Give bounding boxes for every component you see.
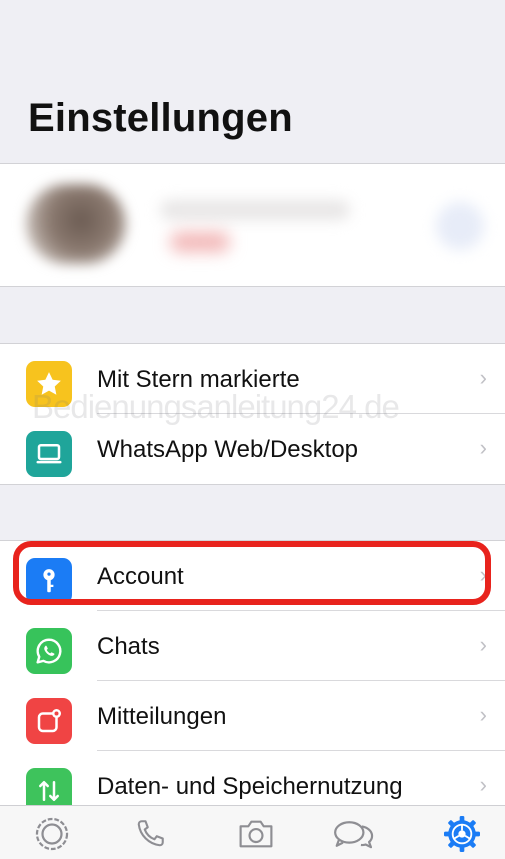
- settings-section-2: Account › Chats › Mitteilungen › Daten- …: [0, 540, 505, 814]
- key-icon: [26, 558, 72, 604]
- settings-item-label: Account: [97, 563, 184, 590]
- settings-item-notifications[interactable]: Mitteilungen ›: [0, 681, 505, 751]
- settings-section-1: Mit Stern markierte › WhatsApp Web/Deskt…: [0, 343, 505, 485]
- avatar: [26, 184, 126, 264]
- tab-camera[interactable]: [234, 814, 278, 854]
- tab-calls[interactable]: [128, 814, 172, 854]
- settings-item-whatsapp-web[interactable]: WhatsApp Web/Desktop ›: [0, 414, 505, 484]
- tab-bar: [0, 805, 505, 859]
- settings-item-label: WhatsApp Web/Desktop: [97, 436, 359, 463]
- tab-status[interactable]: [30, 814, 74, 854]
- chats-icon: [334, 821, 374, 849]
- star-icon: [26, 361, 72, 407]
- settings-item-label: Mit Stern markierte: [97, 366, 300, 393]
- notification-icon: [26, 698, 72, 744]
- tab-settings[interactable]: [440, 814, 484, 854]
- chevron-right-icon: ›: [479, 702, 487, 727]
- status-icon: [35, 817, 69, 851]
- profile-name-blurred: [160, 200, 350, 220]
- settings-item-starred[interactable]: Mit Stern markierte ›: [0, 344, 505, 414]
- laptop-icon: [26, 431, 72, 477]
- profile-status-blurred: [170, 232, 230, 252]
- camera-icon: [239, 820, 273, 848]
- chevron-right-icon: ›: [479, 435, 487, 460]
- phone-icon: [137, 820, 164, 847]
- page-title: Einstellungen: [28, 96, 293, 140]
- settings-item-label: Mitteilungen: [97, 703, 227, 730]
- profile-card[interactable]: [0, 164, 505, 287]
- chevron-right-icon: ›: [479, 365, 487, 390]
- settings-gear-icon: [444, 816, 480, 852]
- tab-chats[interactable]: [332, 814, 376, 854]
- chevron-right-icon: ›: [479, 772, 487, 797]
- settings-item-label: Chats: [97, 633, 160, 660]
- chevron-right-icon: ›: [479, 562, 487, 587]
- whatsapp-icon: [26, 628, 72, 674]
- chevron-right-icon: ›: [479, 632, 487, 657]
- settings-item-chats[interactable]: Chats ›: [0, 611, 505, 681]
- settings-item-label: Daten- und Speichernutzung: [97, 773, 403, 800]
- qr-code-button-blurred[interactable]: [436, 202, 484, 250]
- settings-item-account[interactable]: Account ›: [0, 541, 505, 611]
